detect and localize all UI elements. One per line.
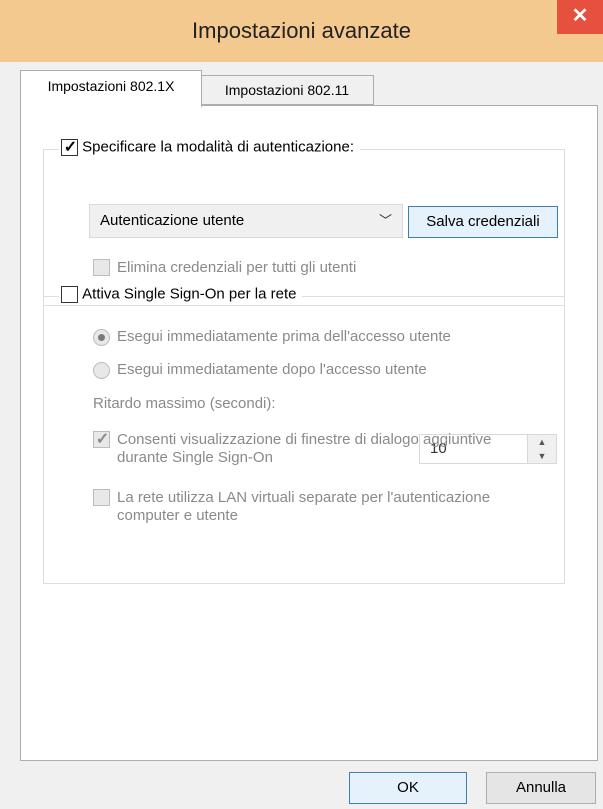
cancel-label: Annulla — [515, 779, 567, 796]
sso-after-label: Esegui immediatamente dopo l'accesso ute… — [117, 361, 427, 378]
auth-mode-select-value: Autenticazione utente — [100, 212, 245, 229]
ok-label: OK — [397, 779, 419, 796]
dialog-client: Impostazioni 802.1X Impostazioni 802.11 … — [0, 62, 603, 809]
window-titlebar[interactable]: Impostazioni avanzate ✕ — [0, 0, 603, 62]
sso-checkbox[interactable] — [61, 285, 78, 303]
auth-mode-checkbox[interactable]: ✓ — [61, 138, 78, 156]
delete-credentials-label: Elimina credenziali per tutti gli utenti — [117, 259, 357, 276]
auth-mode-checkbox-label: Specificare la modalità di autenticazion… — [82, 138, 354, 156]
tab-8021x-label: Impostazioni 802.1X — [47, 78, 175, 94]
close-icon: ✕ — [571, 5, 589, 27]
sso-after-radio[interactable] — [93, 362, 110, 379]
spinner-up-icon[interactable]: ▲ — [528, 435, 556, 450]
sso-before-label: Esegui immediatamente prima dell'accesso… — [117, 328, 451, 345]
tab-80211[interactable]: Impostazioni 802.11 — [200, 75, 374, 105]
checkmark-icon: ✓ — [63, 138, 78, 156]
close-button[interactable]: ✕ — [557, 0, 603, 34]
ok-button[interactable]: OK — [349, 772, 467, 804]
sso-legend: Attiva Single Sign-On per la rete — [59, 285, 303, 303]
save-credentials-label: Salva credenziali — [426, 213, 540, 230]
allow-dialogs-checkbox[interactable]: ✓ — [93, 431, 110, 448]
auth-mode-select[interactable]: Autenticazione utente ﹀ — [89, 204, 403, 238]
sso-checkbox-label: Attiva Single Sign-On per la rete — [82, 285, 297, 303]
spinner-down-icon[interactable]: ▼ — [528, 449, 556, 463]
radio-selected-dot — [98, 334, 105, 341]
max-delay-label: Ritardo massimo (secondi): — [93, 395, 276, 412]
auth-mode-legend: ✓ Specificare la modalità di autenticazi… — [59, 138, 360, 156]
allow-dialogs-label: Consenti visualizzazione di finestre di … — [117, 431, 492, 466]
cancel-button[interactable]: Annulla — [486, 772, 596, 804]
spinner-arrows: ▲ ▼ — [527, 435, 556, 463]
window-title: Impostazioni avanzate — [192, 18, 411, 43]
chevron-down-icon: ﹀ — [378, 213, 392, 228]
checkmark-icon: ✓ — [95, 431, 110, 448]
delete-credentials-checkbox[interactable] — [93, 259, 110, 276]
tab-8021x[interactable]: Impostazioni 802.1X — [20, 70, 202, 107]
separate-vlan-label: La rete utilizza LAN virtuali separate p… — [117, 489, 491, 524]
tab-panel-8021x: ✓ Specificare la modalità di autenticazi… — [20, 105, 598, 761]
tab-80211-label: Impostazioni 802.11 — [224, 82, 350, 98]
save-credentials-button[interactable]: Salva credenziali — [408, 206, 558, 238]
sso-before-radio[interactable] — [93, 329, 110, 346]
separate-vlan-checkbox[interactable] — [93, 489, 110, 506]
